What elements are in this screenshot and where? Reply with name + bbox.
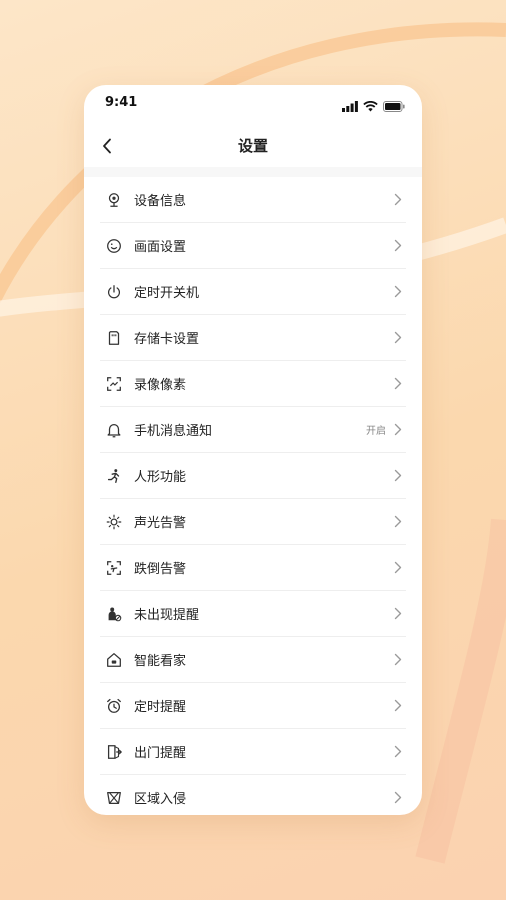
chevron-right-icon [392, 377, 404, 391]
chevron-right-icon [392, 791, 404, 805]
system-icons [342, 97, 405, 116]
settings-row[interactable]: 手机消息通知 开启 [100, 407, 406, 453]
settings-row[interactable]: 声光告警 [100, 499, 406, 545]
wifi-icon [363, 97, 378, 116]
settings-row-label: 手机消息通知 [134, 424, 213, 439]
page-title: 设置 [237, 137, 268, 155]
settings-row[interactable]: 出门提醒 [100, 729, 406, 775]
camera-icon [104, 190, 124, 210]
settings-row-label: 智能看家 [134, 654, 187, 669]
status-time: 9:41 [105, 95, 138, 110]
running-person-icon [104, 466, 124, 486]
sun-alarm-icon [104, 512, 124, 532]
exit-door-icon [104, 742, 124, 762]
sd-card-icon [104, 328, 124, 348]
signal-icon [342, 97, 358, 116]
settings-row[interactable]: 定时提醒 [100, 683, 406, 729]
chevron-right-icon [392, 653, 404, 667]
settings-row-label: 设备信息 [134, 194, 187, 209]
settings-row[interactable]: 设备信息 [100, 177, 406, 223]
settings-row[interactable]: 录像像素 [100, 361, 406, 407]
settings-row-label: 区域入侵 [134, 792, 187, 807]
settings-row[interactable]: 跌倒告警 [100, 545, 406, 591]
chevron-right-icon [392, 239, 404, 253]
settings-row[interactable]: 区域入侵 [100, 775, 406, 815]
chevron-right-icon [392, 561, 404, 575]
chevron-right-icon [392, 331, 404, 345]
nav-bar: 设置 [84, 123, 422, 167]
area-intrusion-icon [104, 788, 124, 808]
settings-row[interactable]: 存储卡设置 [100, 315, 406, 361]
settings-row-label: 声光告警 [134, 516, 187, 531]
chevron-right-icon [392, 699, 404, 713]
settings-row-label: 人形功能 [134, 470, 187, 485]
settings-row-label: 未出现提醒 [134, 608, 200, 623]
settings-row-label: 存储卡设置 [134, 332, 200, 347]
settings-row-label: 定时提醒 [134, 700, 187, 715]
settings-row-label: 出门提醒 [134, 746, 187, 761]
fall-detect-icon [104, 558, 124, 578]
section-divider [84, 167, 422, 177]
settings-row[interactable]: 人形功能 [100, 453, 406, 499]
status-bar: 9:41 [84, 85, 422, 123]
bell-icon [104, 420, 124, 440]
smile-icon [104, 236, 124, 256]
chevron-right-icon [392, 285, 404, 299]
chevron-right-icon [392, 469, 404, 483]
chevron-right-icon [392, 607, 404, 621]
scan-icon [104, 374, 124, 394]
phone-screen: 9:41 设置 设备信息画面设置定时开关机存储卡设置录像像素手机消息通知 开启人形… [84, 85, 422, 815]
settings-row-label: 录像像素 [134, 378, 187, 393]
settings-list: 设备信息画面设置定时开关机存储卡设置录像像素手机消息通知 开启人形功能声光告警跌倒… [84, 177, 422, 815]
settings-row[interactable]: 智能看家 [100, 637, 406, 683]
settings-row[interactable]: 画面设置 [100, 223, 406, 269]
battery-icon [383, 97, 405, 116]
settings-row[interactable]: 未出现提醒 [100, 591, 406, 637]
chevron-right-icon [392, 423, 404, 437]
absent-person-icon [104, 604, 124, 624]
settings-row[interactable]: 定时开关机 [100, 269, 406, 315]
chevron-right-icon [392, 745, 404, 759]
alarm-clock-icon [104, 696, 124, 716]
chevron-right-icon [392, 515, 404, 529]
power-icon [104, 282, 124, 302]
settings-row-label: 跌倒告警 [134, 562, 187, 577]
home-icon [104, 650, 124, 670]
settings-row-label: 画面设置 [134, 240, 187, 255]
settings-row-value: 开启 [366, 426, 386, 437]
settings-row-label: 定时开关机 [134, 286, 200, 301]
chevron-right-icon [392, 193, 404, 207]
